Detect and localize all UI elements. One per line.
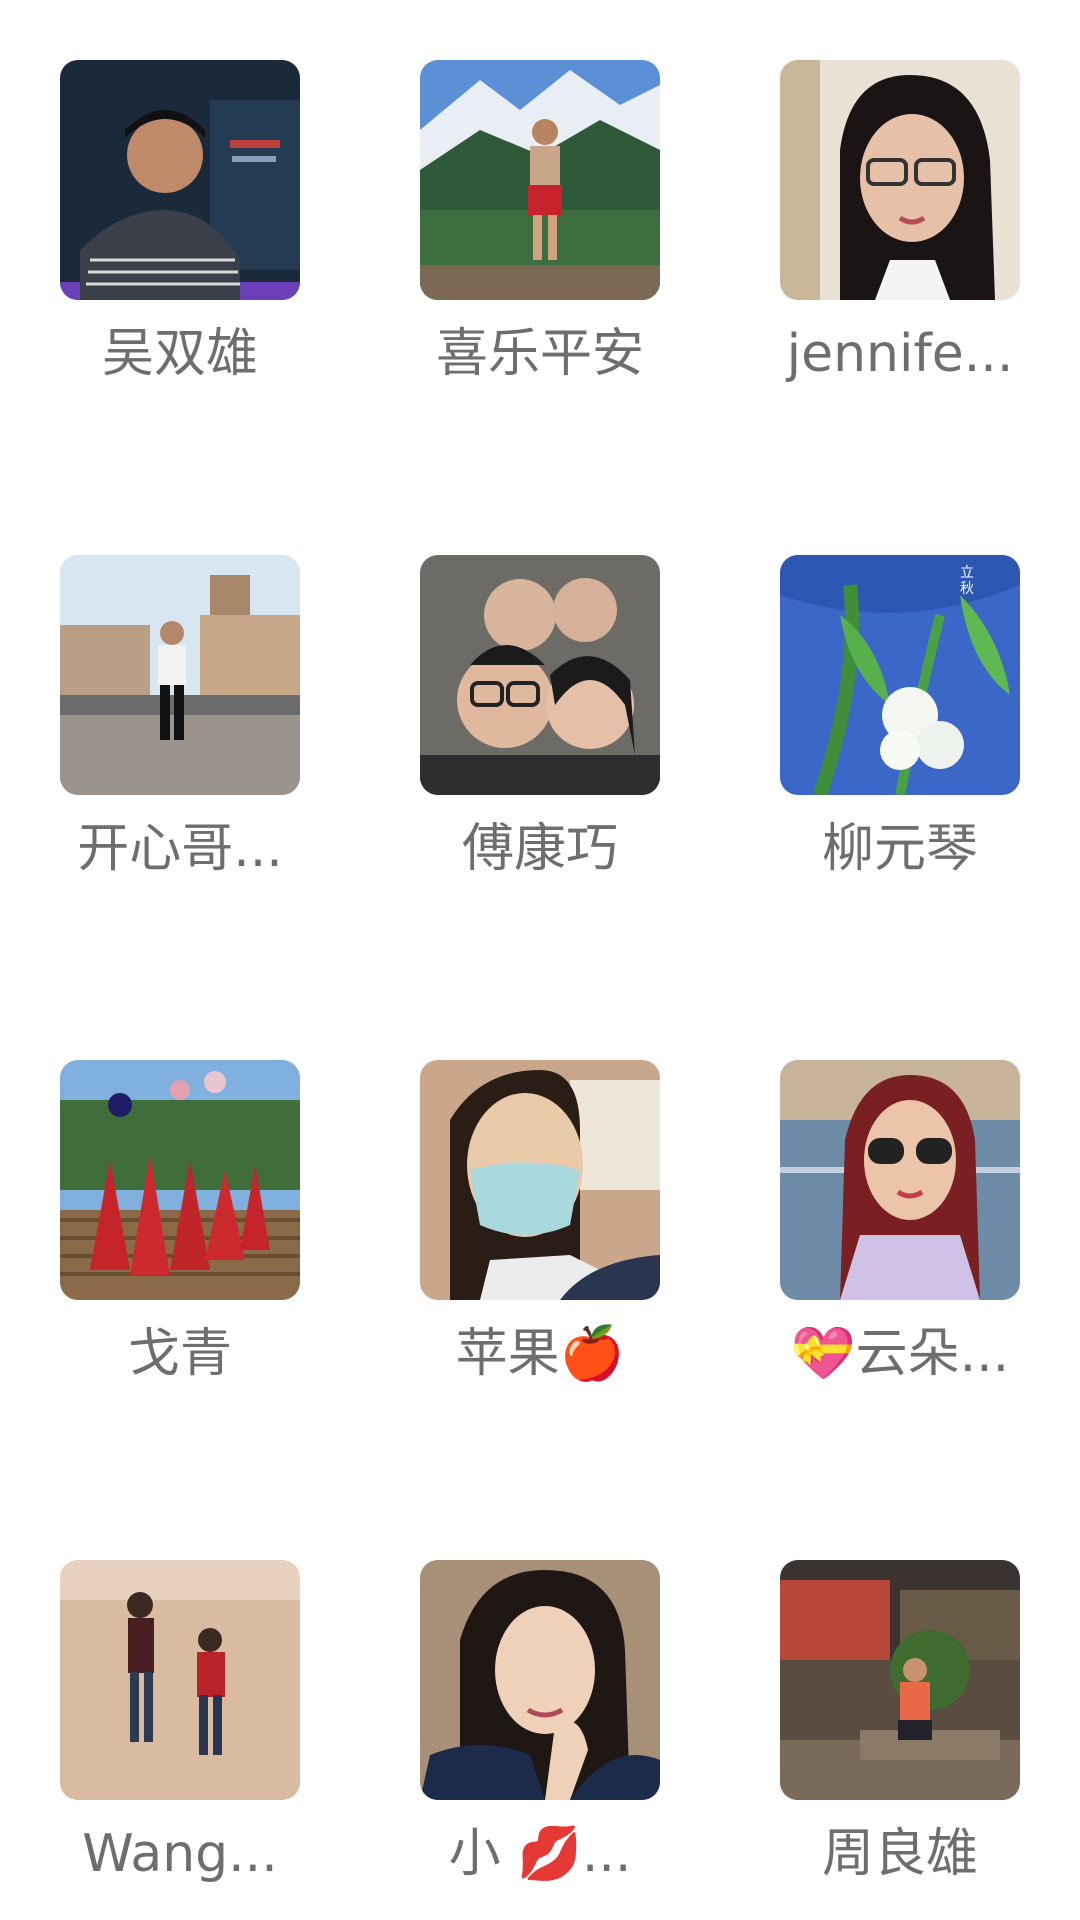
avatar[interactable] bbox=[780, 1560, 1020, 1800]
member-item[interactable]: 周良雄 bbox=[780, 1560, 1020, 1920]
avatar-photo bbox=[420, 1560, 660, 1800]
member-item[interactable]: 傅康巧 bbox=[420, 555, 660, 915]
avatar[interactable] bbox=[780, 1060, 1020, 1300]
member-item[interactable]: 开心哥... bbox=[60, 555, 300, 915]
member-item[interactable]: 小 💋... bbox=[420, 1560, 660, 1920]
avatar[interactable] bbox=[420, 60, 660, 300]
avatar-photo bbox=[60, 1560, 300, 1800]
avatar[interactable] bbox=[60, 1060, 300, 1300]
member-name: 傅康巧 bbox=[461, 819, 618, 879]
member-item[interactable]: 💝云朵... bbox=[780, 1060, 1020, 1420]
avatar[interactable] bbox=[60, 1560, 300, 1800]
member-name: 喜乐平安 bbox=[435, 324, 644, 384]
member-name: 小 💋... bbox=[448, 1824, 632, 1884]
avatar[interactable]: 立 秋 bbox=[780, 555, 1020, 795]
avatar-photo bbox=[780, 1060, 1020, 1300]
member-item[interactable]: jennife... bbox=[780, 60, 1020, 420]
avatar-photo bbox=[60, 555, 300, 795]
member-item[interactable]: 立 秋 柳元琴 bbox=[780, 555, 1020, 915]
avatar-photo bbox=[420, 1060, 660, 1300]
member-item[interactable]: Wang... bbox=[60, 1560, 300, 1920]
svg-text:立: 立 bbox=[960, 565, 974, 581]
avatar-photo: 立 秋 bbox=[780, 555, 1020, 795]
avatar-photo bbox=[780, 60, 1020, 300]
member-name: 戈青 bbox=[127, 1324, 232, 1384]
avatar[interactable] bbox=[420, 1560, 660, 1800]
avatar[interactable] bbox=[60, 60, 300, 300]
avatar[interactable] bbox=[420, 1060, 660, 1300]
avatar[interactable] bbox=[780, 60, 1020, 300]
member-name: 💝云朵... bbox=[790, 1324, 1010, 1384]
member-name: 柳元琴 bbox=[821, 819, 978, 879]
svg-text:秋: 秋 bbox=[960, 581, 974, 597]
member-item[interactable]: 苹果🍎 bbox=[420, 1060, 660, 1420]
member-item[interactable]: 吴双雄 bbox=[60, 60, 300, 420]
member-name: 吴双雄 bbox=[101, 324, 258, 384]
member-name: 开心哥... bbox=[77, 819, 283, 879]
avatar[interactable] bbox=[60, 555, 300, 795]
member-item[interactable]: 喜乐平安 bbox=[420, 60, 660, 420]
member-name: 周良雄 bbox=[821, 1824, 978, 1884]
avatar-photo bbox=[60, 60, 300, 300]
member-name: 苹果🍎 bbox=[455, 1324, 625, 1384]
avatar[interactable] bbox=[420, 555, 660, 795]
avatar-photo bbox=[780, 1560, 1020, 1800]
avatar-photo bbox=[420, 60, 660, 300]
member-name: jennife... bbox=[786, 324, 1014, 384]
member-name: Wang... bbox=[82, 1824, 278, 1884]
member-item[interactable]: 戈青 bbox=[60, 1060, 300, 1420]
member-grid: 吴双雄 喜乐平安 jennife... 开心哥... 傅康巧 立 秋 柳元琴 戈… bbox=[0, 0, 1080, 1920]
avatar-photo bbox=[420, 555, 660, 795]
avatar-photo bbox=[60, 1060, 300, 1300]
